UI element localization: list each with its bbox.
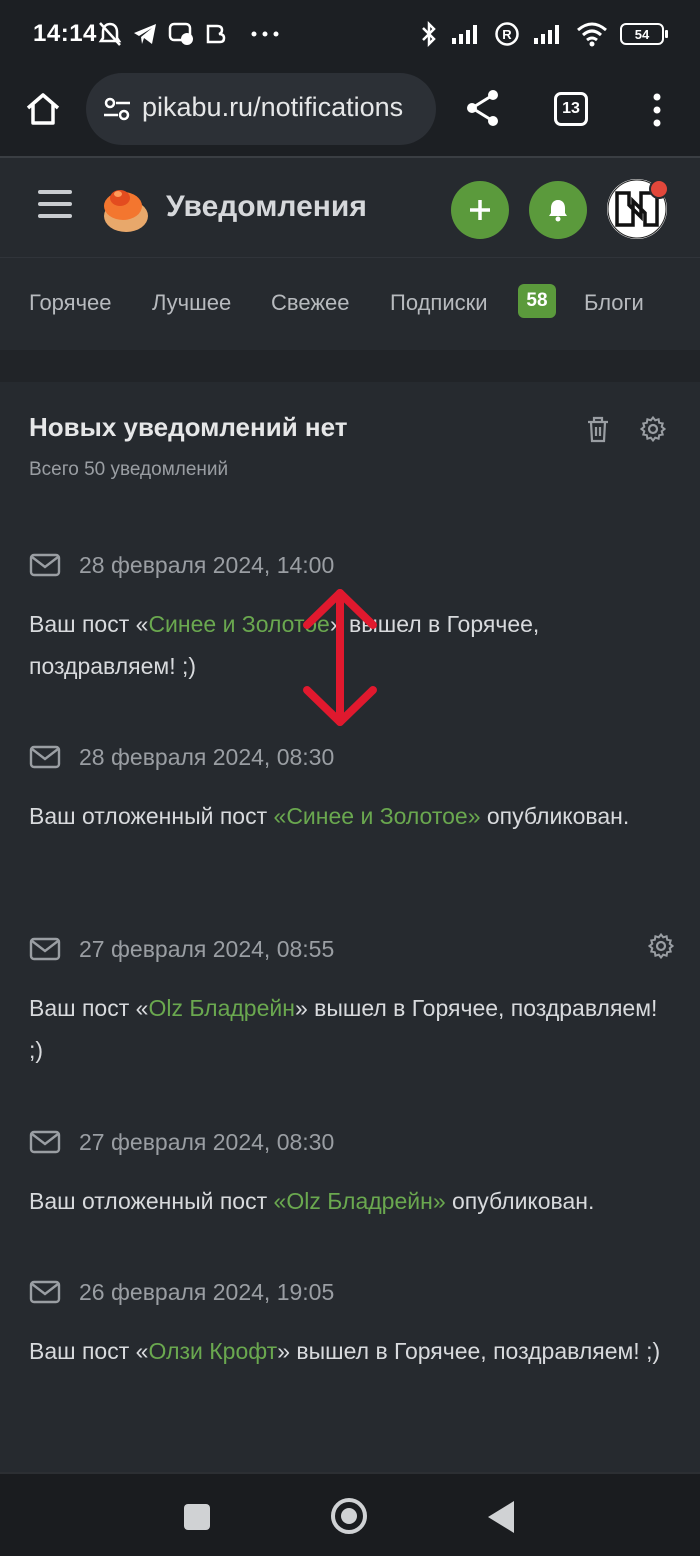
tab-blogs[interactable]: Блоги [584,290,644,316]
site-settings-icon[interactable] [102,95,132,123]
notification-text-prefix: Ваш пост « [29,1338,149,1364]
add-post-button[interactable] [451,181,509,239]
notification-text-suffix: опубликован. [445,1188,595,1214]
browser-menu-icon[interactable] [645,92,669,128]
post-link[interactable]: Olz Бладрейн [148,995,295,1021]
telegram-icon [134,24,156,44]
mail-icon [29,937,61,961]
pikabu-logo[interactable] [96,182,152,236]
chat-icon [168,22,193,45]
notification-text-suffix: опубликован. [480,803,630,829]
signal-icon [452,25,477,44]
trash-icon[interactable] [586,416,610,444]
bell-icon [549,200,567,222]
gear-icon[interactable] [640,416,666,442]
share-icon[interactable] [464,88,502,128]
notification-text-prefix: Ваш отложенный пост [29,1188,274,1214]
svg-text:R: R [502,27,512,42]
tab-hot[interactable]: Горячее [29,290,112,316]
notifications-status-title: Новых уведомлений нет [29,412,348,442]
notification-text-prefix: Ваш пост « [29,611,149,637]
more-dots-icon [251,31,279,37]
notification-text: Ваш пост «Olz Бладрейн» вышел в Горячее,… [29,987,669,1071]
url-text: pikabu.ru/notifications [142,92,404,122]
notifications-button[interactable] [529,181,587,239]
post-link[interactable]: «Синее и Золотое» [274,803,481,829]
notification-date: 28 февраля 2024, 14:00 [79,551,335,578]
subscriptions-count-badge: 58 [518,284,556,318]
url-bar[interactable]: pikabu.ru/notifications [86,73,436,145]
mail-icon [29,1280,61,1304]
back-button[interactable] [488,1501,514,1533]
mail-icon [29,1130,61,1154]
mail-icon [29,553,61,577]
notification-date: 26 февраля 2024, 19:05 [79,1278,335,1305]
notification-text-suffix: » вышел в Горячее, поздравляем! ;) [277,1338,661,1364]
wifi-icon [577,22,607,47]
status-left-icons [98,20,280,48]
tab-best[interactable]: Лучшее [152,290,231,316]
roaming-icon: R [495,22,519,46]
notification-text: Ваш отложенный пост «Olz Бладрейн» опубл… [29,1180,669,1222]
status-right-icons: R 54 [420,18,668,50]
notification-text-prefix: Ваш отложенный пост [29,803,274,829]
notification-item: 27 февраля 2024, 08:55 Ваш пост «Olz Бла… [29,933,674,1071]
notification-text-prefix: Ваш пост « [29,995,149,1021]
home-button[interactable] [331,1498,367,1534]
notification-item: 27 февраля 2024, 08:30 Ваш отложенный по… [29,1126,669,1222]
notifications-total: Всего 50 уведомлений [29,459,229,480]
notification-text: Ваш отложенный пост «Синее и Золотое» оп… [29,795,669,837]
avatar-notification-dot [649,179,669,199]
notification-text: Ваш пост «Олзи Крофт» вышел в Горячее, п… [29,1330,669,1372]
gear-icon[interactable] [648,933,674,959]
section-tabs: Горячее Лучшее Свежее Подписки Блоги [0,258,700,350]
post-link[interactable]: Олзи Крофт [148,1338,277,1364]
bluetooth-icon [422,20,436,48]
signal-icon [534,25,559,44]
site-header: Уведомления [0,160,700,258]
tab-fresh[interactable]: Свежее [271,290,350,316]
battery-icon: 54 [620,23,668,45]
post-link[interactable]: «Olz Бладрейн» [274,1188,446,1214]
page-title: Уведомления [166,190,367,223]
recent-apps-button[interactable] [184,1504,210,1530]
tab-subscriptions[interactable]: Подписки [390,290,488,316]
notification-item: 26 февраля 2024, 19:05 Ваш пост «Олзи Кр… [29,1276,669,1372]
notification-date: 28 февраля 2024, 08:30 [79,743,335,770]
notification-date: 27 февраля 2024, 08:30 [79,1128,335,1155]
browser-toolbar: pikabu.ru/notifications 13 [0,70,700,158]
divider [0,350,700,382]
status-time: 14:14 [33,20,97,47]
status-bar: 14:14 R 54 [0,0,700,70]
home-icon[interactable] [24,90,62,128]
mute-icon [98,22,122,46]
double-arrow-annotation-icon [303,589,377,726]
avatar[interactable] [607,179,669,239]
hamburger-menu-icon[interactable] [38,190,72,224]
system-navigation-bar [0,1472,700,1556]
app-icon [206,24,226,44]
notification-date: 27 февраля 2024, 08:55 [79,935,335,962]
plus-icon [470,200,490,220]
mail-icon [29,745,61,769]
notification-item: 28 февраля 2024, 08:30 Ваш отложенный по… [29,741,669,837]
tabs-count-button[interactable]: 13 [554,92,588,126]
